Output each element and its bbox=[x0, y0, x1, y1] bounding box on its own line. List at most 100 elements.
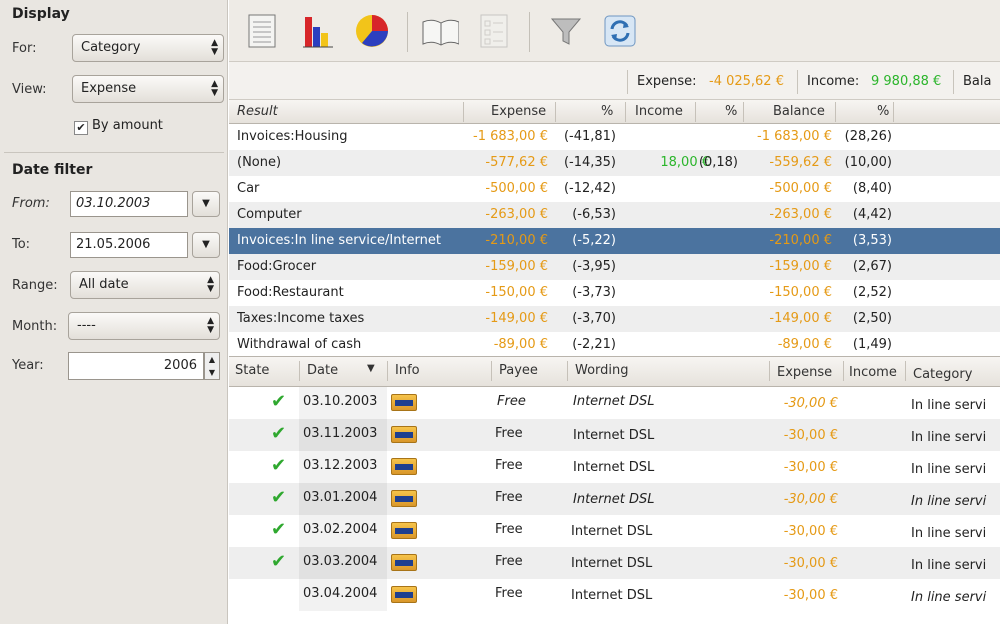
col-category[interactable]: Category bbox=[913, 367, 972, 382]
col-separator bbox=[625, 102, 626, 122]
result-expense: -149,00 € bbox=[485, 311, 548, 326]
to-calendar-button[interactable]: ▼ bbox=[192, 232, 220, 258]
transaction-row[interactable]: ✔ 03.10.2003 Free Internet DSL -30,00 € … bbox=[229, 387, 1000, 419]
result-expense-pct: (-12,42) bbox=[563, 181, 616, 196]
col-date[interactable]: Date bbox=[307, 363, 338, 378]
col-state[interactable]: State bbox=[235, 363, 269, 378]
result-row[interactable]: Food:Grocer -159,00 € (-3,95) -159,00 € … bbox=[229, 254, 1000, 280]
col-separator bbox=[555, 102, 556, 122]
col-income-pct[interactable]: % bbox=[725, 104, 737, 119]
summary-balance-label: Bala bbox=[963, 74, 992, 89]
toolbar-separator bbox=[407, 12, 408, 52]
transaction-expense: -30,00 € bbox=[783, 428, 838, 443]
transaction-category: In line servi bbox=[911, 398, 987, 413]
col-income[interactable]: Income bbox=[849, 365, 897, 380]
transaction-category: In line servi bbox=[911, 494, 987, 509]
options-panel: Display For: Category ▲ ▼ View: Expense ▲… bbox=[0, 0, 228, 624]
to-date-input[interactable]: 21.05.2006 bbox=[70, 232, 188, 258]
result-balance: -559,62 € bbox=[769, 155, 832, 170]
checkmark-icon: ✔ bbox=[271, 519, 287, 540]
col-wording[interactable]: Wording bbox=[575, 363, 629, 378]
result-name: Car bbox=[237, 181, 260, 196]
from-date-input[interactable]: 03.10.2003 bbox=[70, 191, 188, 217]
pie-chart-icon bbox=[356, 15, 388, 47]
result-row[interactable]: Taxes:Income taxes -149,00 € (-3,70) -14… bbox=[229, 306, 1000, 332]
list-report-button[interactable] bbox=[243, 12, 281, 50]
col-separator bbox=[491, 361, 492, 381]
transaction-row[interactable]: ✔ 03.11.2003 Free Internet DSL -30,00 € … bbox=[229, 419, 1000, 451]
transaction-row[interactable]: ✔ 03.02.2004 Free Internet DSL -30,00 € … bbox=[229, 515, 1000, 547]
display-section-title: Display bbox=[12, 6, 70, 22]
col-balance-pct[interactable]: % bbox=[877, 104, 889, 119]
col-expense-pct[interactable]: % bbox=[601, 104, 613, 119]
transaction-row[interactable]: ✔ 03.03.2004 Free Internet DSL -30,00 € … bbox=[229, 547, 1000, 579]
result-name: Taxes:Income taxes bbox=[237, 311, 365, 326]
year-input[interactable]: 2006 bbox=[68, 352, 204, 380]
result-expense-pct: (-41,81) bbox=[563, 129, 616, 144]
year-spinner[interactable]: ▲ ▼ bbox=[204, 352, 220, 380]
checklist-button[interactable] bbox=[475, 12, 513, 50]
result-expense: -210,00 € bbox=[485, 233, 548, 248]
filter-button[interactable] bbox=[547, 12, 585, 50]
result-name: Invoices:In line service/Internet bbox=[237, 233, 441, 248]
result-expense-pct: (-6,53) bbox=[572, 207, 616, 222]
result-balance-pct: (3,53) bbox=[852, 233, 892, 248]
col-info[interactable]: Info bbox=[395, 363, 420, 378]
col-income[interactable]: Income bbox=[635, 104, 683, 119]
credit-card-icon bbox=[391, 522, 417, 539]
transaction-row[interactable]: ✔ 03.12.2003 Free Internet DSL -30,00 € … bbox=[229, 451, 1000, 483]
transaction-date: 03.12.2003 bbox=[303, 458, 378, 473]
result-balance-pct: (8,40) bbox=[852, 181, 892, 196]
transaction-category: In line servi bbox=[911, 462, 987, 477]
combo-arrows-icon: ▲ ▼ bbox=[207, 316, 214, 335]
view-value: Expense bbox=[81, 81, 137, 96]
result-row[interactable]: Withdrawal of cash -89,00 € (-2,21) -89,… bbox=[229, 332, 1000, 356]
filter-icon bbox=[550, 18, 582, 45]
refresh-button[interactable] bbox=[601, 12, 639, 50]
combo-arrows-icon: ▲ ▼ bbox=[211, 79, 218, 98]
col-balance[interactable]: Balance bbox=[773, 104, 825, 119]
transaction-row[interactable]: 03.04.2004 Free Internet DSL -30,00 € In… bbox=[229, 579, 1000, 611]
view-combobox[interactable]: Expense ▲ ▼ bbox=[72, 75, 224, 103]
col-expense[interactable]: Expense bbox=[777, 365, 832, 380]
transaction-category: In line servi bbox=[911, 558, 987, 573]
transaction-expense: -30,00 € bbox=[783, 396, 838, 411]
sort-desc-icon: ▼ bbox=[367, 363, 375, 374]
result-expense-pct: (-3,70) bbox=[572, 311, 616, 326]
result-income-pct: (0,18) bbox=[698, 155, 738, 170]
col-expense[interactable]: Expense bbox=[491, 104, 546, 119]
result-row[interactable]: (None) -577,62 € (-14,35) 18,00 € (0,18)… bbox=[229, 150, 1000, 176]
result-row[interactable]: Invoices:Housing -1 683,00 € (-41,81) -1… bbox=[229, 124, 1000, 150]
transactions-header: State Date ▼ Info Payee Wording Expense … bbox=[229, 357, 1000, 387]
transaction-expense: -30,00 € bbox=[783, 588, 838, 603]
bar-chart-button[interactable] bbox=[299, 12, 337, 50]
range-combobox[interactable]: All date ▲ ▼ bbox=[70, 271, 220, 299]
transaction-expense: -30,00 € bbox=[783, 492, 838, 507]
for-combobox[interactable]: Category ▲ ▼ bbox=[72, 34, 224, 62]
result-row[interactable]: Car -500,00 € (-12,42) -500,00 € (8,40) bbox=[229, 176, 1000, 202]
result-balance-pct: (10,00) bbox=[844, 155, 892, 170]
transaction-payee: Free bbox=[495, 458, 523, 473]
col-payee[interactable]: Payee bbox=[499, 363, 538, 378]
result-name: Invoices:Housing bbox=[237, 129, 348, 144]
result-row[interactable]: Food:Restaurant -150,00 € (-3,73) -150,0… bbox=[229, 280, 1000, 306]
month-combobox[interactable]: ---- ▲ ▼ bbox=[68, 312, 220, 340]
result-row-selected[interactable]: Invoices:In line service/Internet -210,0… bbox=[229, 228, 1000, 254]
transaction-payee: Free bbox=[497, 394, 526, 409]
result-row[interactable]: Computer -263,00 € (-6,53) -263,00 € (4,… bbox=[229, 202, 1000, 228]
transaction-row[interactable]: ✔ 03.01.2004 Free Internet DSL -30,00 € … bbox=[229, 483, 1000, 515]
from-calendar-button[interactable]: ▼ bbox=[192, 191, 220, 217]
bar-chart-icon bbox=[303, 17, 333, 48]
result-name: Withdrawal of cash bbox=[237, 337, 362, 352]
credit-card-icon bbox=[391, 490, 417, 507]
pie-chart-button[interactable] bbox=[353, 12, 391, 50]
col-separator bbox=[843, 361, 844, 381]
book-icon bbox=[422, 19, 459, 46]
view-label: View: bbox=[12, 82, 47, 97]
col-result[interactable]: Result bbox=[237, 104, 278, 119]
book-button[interactable] bbox=[421, 12, 459, 50]
col-separator bbox=[769, 361, 770, 381]
by-amount-checkbox[interactable]: ✔ By amount bbox=[74, 118, 163, 135]
result-expense: -577,62 € bbox=[485, 155, 548, 170]
spin-arrows-icon: ▲ ▼ bbox=[208, 355, 216, 377]
